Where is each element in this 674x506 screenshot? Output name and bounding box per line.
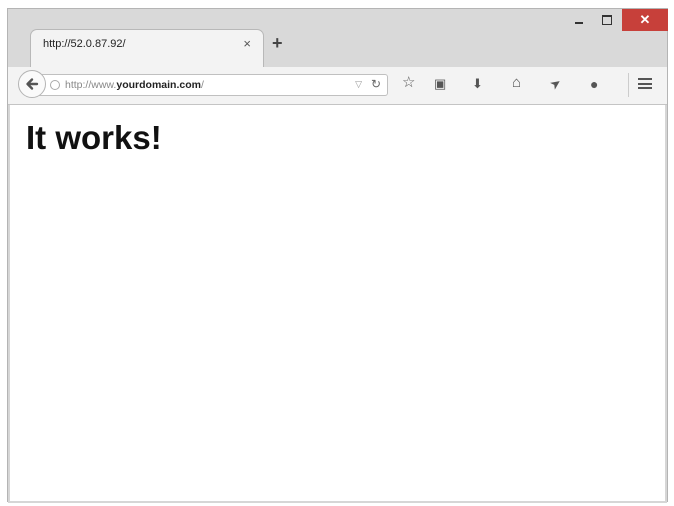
- tab-close-icon[interactable]: ×: [243, 36, 251, 51]
- reload-icon[interactable]: ↻: [371, 77, 381, 91]
- maximize-icon: [602, 15, 612, 25]
- back-button[interactable]: [18, 70, 46, 98]
- new-tab-button[interactable]: +: [272, 33, 283, 54]
- toolbar-divider: [628, 73, 629, 97]
- minimize-button[interactable]: [566, 9, 592, 31]
- url-domain: yourdomain.com: [116, 79, 201, 91]
- navigation-toolbar: http://www.yourdomain.com/ ▽ ↻ ☆ ▣ ⬇ ⌂ ➤…: [8, 67, 667, 105]
- clipboard-icon[interactable]: ▣: [434, 77, 446, 90]
- back-arrow-icon: [26, 78, 39, 90]
- address-bar[interactable]: http://www.yourdomain.com/ ▽ ↻: [32, 74, 388, 96]
- close-window-button[interactable]: ✕: [622, 9, 668, 31]
- star-icon[interactable]: ☆: [402, 75, 415, 90]
- chat-icon[interactable]: ●: [590, 77, 598, 91]
- url-text: http://www.yourdomain.com/: [65, 79, 204, 91]
- download-icon[interactable]: ⬇: [472, 77, 483, 90]
- title-bar: http://52.0.87.92/ × + ✕: [8, 9, 668, 67]
- home-icon[interactable]: ⌂: [512, 75, 521, 90]
- url-prefix: http://www.: [65, 79, 117, 91]
- minimize-icon: [575, 22, 583, 24]
- tab-title: http://52.0.87.92/: [43, 38, 126, 50]
- send-icon[interactable]: ➤: [547, 74, 565, 93]
- page-heading: It works!: [26, 119, 162, 156]
- globe-icon: [50, 80, 60, 90]
- browser-window: http://52.0.87.92/ × + ✕ http://www.your…: [7, 8, 668, 503]
- page-content: It works!: [8, 105, 667, 503]
- close-icon: ✕: [639, 12, 651, 27]
- url-suffix: /: [200, 79, 204, 91]
- maximize-button[interactable]: [594, 9, 620, 31]
- hamburger-menu-icon[interactable]: [638, 78, 652, 89]
- dropdown-icon[interactable]: ▽: [355, 79, 362, 90]
- browser-tab[interactable]: http://52.0.87.92/ ×: [30, 29, 264, 67]
